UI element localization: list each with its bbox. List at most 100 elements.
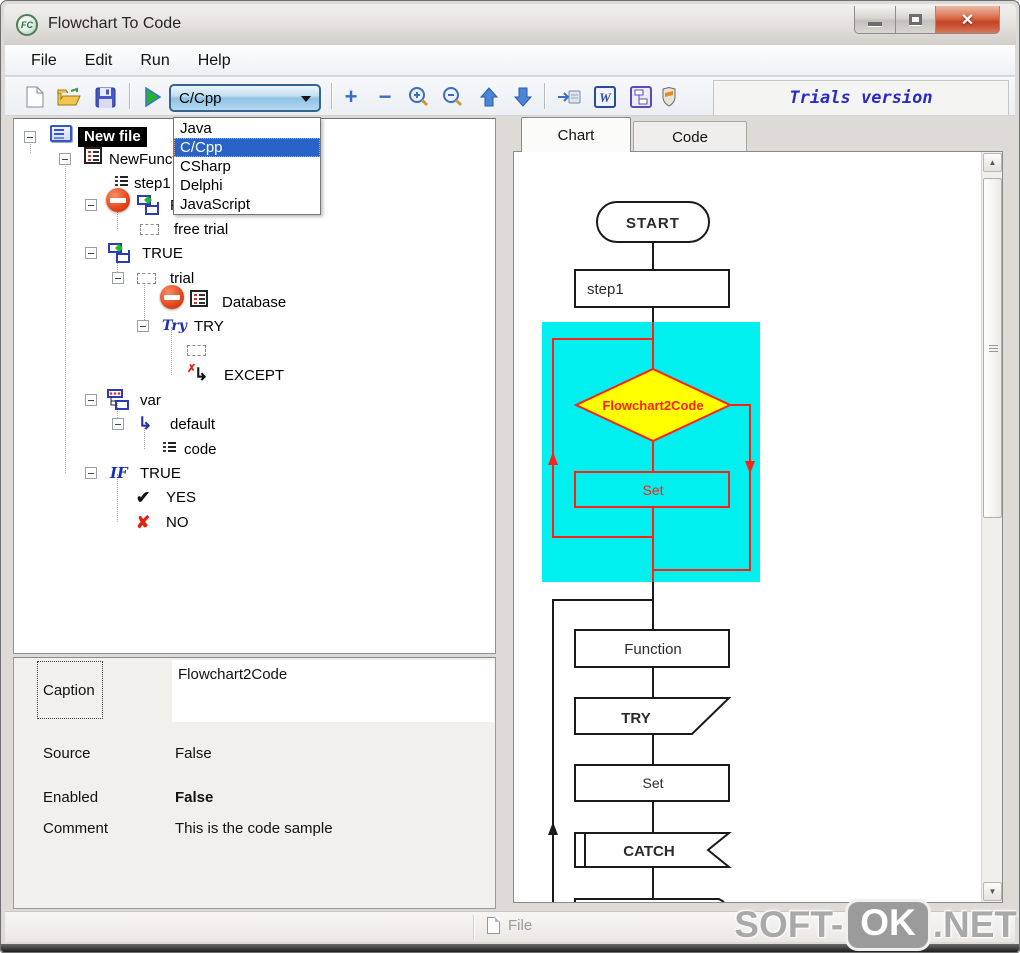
menu-help[interactable]: Help: [184, 52, 245, 70]
window-title: Flowchart To Code: [48, 15, 182, 32]
dropdown-option-java[interactable]: Java: [174, 119, 320, 138]
tab-code-label: Code: [672, 128, 708, 146]
collapse-icon[interactable]: [59, 153, 71, 165]
tab-chart[interactable]: Chart: [521, 117, 631, 152]
save-button[interactable]: [93, 85, 117, 109]
menu-run[interactable]: Run: [126, 52, 183, 70]
try-icon: Try: [162, 318, 187, 334]
help-shield-button[interactable]: [661, 85, 677, 109]
tree-connector: [65, 159, 66, 473]
collapse-icon[interactable]: [24, 131, 36, 143]
flowchart-export-icon: [630, 86, 652, 108]
scroll-up-button[interactable]: ▲: [983, 153, 1002, 172]
title-bar[interactable]: FC Flowchart To Code ✕: [4, 4, 1016, 45]
enabled-value[interactable]: False: [175, 789, 213, 806]
function-icon: [84, 146, 102, 164]
collapse-icon[interactable]: [85, 247, 97, 259]
dropdown-option-ccpp[interactable]: C/Cpp: [174, 138, 320, 157]
tree-item-label: TRY: [194, 317, 224, 335]
loop-region: [542, 322, 760, 582]
try-node[interactable]: [574, 697, 732, 735]
export-flowchart-button[interactable]: [629, 85, 653, 109]
enabled-label: Enabled: [43, 789, 99, 806]
arrow-up-icon: [548, 822, 558, 835]
tree-connector: [171, 327, 172, 375]
svg-text:W: W: [599, 90, 612, 105]
site-watermark: SOFT- OK .NET: [734, 899, 1017, 951]
move-down-button[interactable]: [511, 85, 535, 109]
source-label: Source: [43, 745, 91, 762]
app-window: FC Flowchart To Code ✕ File Edit Run Hel…: [0, 0, 1020, 953]
thumb-grip-icon: [989, 345, 998, 346]
open-file-button[interactable]: [57, 85, 81, 109]
placeholder-box-icon: [140, 223, 159, 235]
loop-node-icon: [108, 243, 130, 263]
minimize-button[interactable]: [854, 6, 896, 34]
database-icon: [190, 289, 208, 307]
step-icon: [115, 175, 128, 187]
vertical-scrollbar[interactable]: ▲ ▼: [981, 152, 1002, 902]
remove-node-button[interactable]: −: [373, 85, 397, 109]
close-button[interactable]: ✕: [936, 6, 1000, 34]
placeholder-box-icon: [137, 272, 156, 284]
decision-label: Flowchart2Code: [602, 398, 703, 413]
collapse-icon[interactable]: [112, 272, 124, 284]
dropdown-option-delphi[interactable]: Delphi: [174, 176, 320, 195]
collapse-icon[interactable]: [112, 418, 124, 430]
toolbar-separator: [331, 83, 332, 109]
dropdown-option-javascript[interactable]: JavaScript: [174, 195, 320, 214]
start-label: START: [626, 215, 680, 232]
check-icon: ✔: [136, 487, 151, 507]
language-combobox[interactable]: C/Cpp: [169, 84, 321, 112]
minus-icon: −: [378, 84, 392, 109]
status-file: File: [487, 917, 532, 934]
maximize-button[interactable]: [896, 6, 936, 34]
source-value[interactable]: False: [175, 745, 212, 762]
shield-icon: [662, 87, 676, 107]
tree-item-label: default: [170, 415, 216, 433]
collapse-icon[interactable]: [85, 467, 97, 479]
export-word-button[interactable]: W: [593, 85, 617, 109]
export-arrow-icon: [558, 90, 581, 104]
tree-item-label: Database: [222, 293, 287, 311]
collapse-icon[interactable]: [85, 199, 97, 211]
comment-label: Comment: [43, 820, 109, 837]
menu-file[interactable]: File: [17, 52, 71, 70]
menu-edit[interactable]: Edit: [71, 52, 127, 70]
new-file-button[interactable]: [23, 85, 47, 109]
window-controls: ✕: [854, 6, 1000, 34]
scrollbar-thumb[interactable]: [983, 178, 1002, 518]
return-arrow-icon: ↳: [194, 365, 209, 384]
close-icon: ✕: [960, 11, 975, 29]
tree-item-label: TRUE: [140, 464, 181, 482]
if-icon: IF: [110, 463, 128, 482]
minimize-icon: [868, 21, 882, 26]
status-file-label: File: [508, 917, 533, 934]
move-up-button[interactable]: [477, 85, 501, 109]
zoom-out-button[interactable]: [441, 85, 465, 109]
new-document-icon: [26, 86, 44, 108]
tab-code[interactable]: Code: [633, 121, 747, 152]
tree-item-label: var: [140, 391, 161, 409]
zoom-in-button[interactable]: [407, 85, 431, 109]
catch-label: CATCH: [623, 843, 674, 860]
save-floppy-icon: [95, 87, 115, 108]
dropdown-option-csharp[interactable]: CSharp: [174, 157, 320, 176]
tree-item-label: TRUE: [142, 244, 183, 262]
language-dropdown-list: Java C/Cpp CSharp Delphi JavaScript: [173, 117, 321, 215]
tree-item-label: YES: [166, 488, 197, 506]
run-button[interactable]: [141, 85, 165, 109]
add-node-button[interactable]: +: [339, 85, 363, 109]
function-label: Function: [624, 641, 682, 658]
scroll-down-button[interactable]: ▼: [983, 882, 1002, 901]
export-code-button[interactable]: [557, 85, 581, 109]
caption-value-field[interactable]: Flowchart2Code: [172, 660, 494, 722]
word-icon: W: [594, 86, 616, 108]
disabled-icon: [106, 187, 130, 212]
caption-label[interactable]: Caption: [37, 661, 103, 719]
collapse-icon[interactable]: [137, 320, 149, 332]
collapse-icon[interactable]: [85, 394, 97, 406]
tree-item-label: EXCEPT: [224, 366, 285, 384]
chart-canvas[interactable]: START step1 Flowchart2Code Set Function …: [513, 151, 1003, 903]
comment-value[interactable]: This is the code sample: [175, 820, 333, 837]
